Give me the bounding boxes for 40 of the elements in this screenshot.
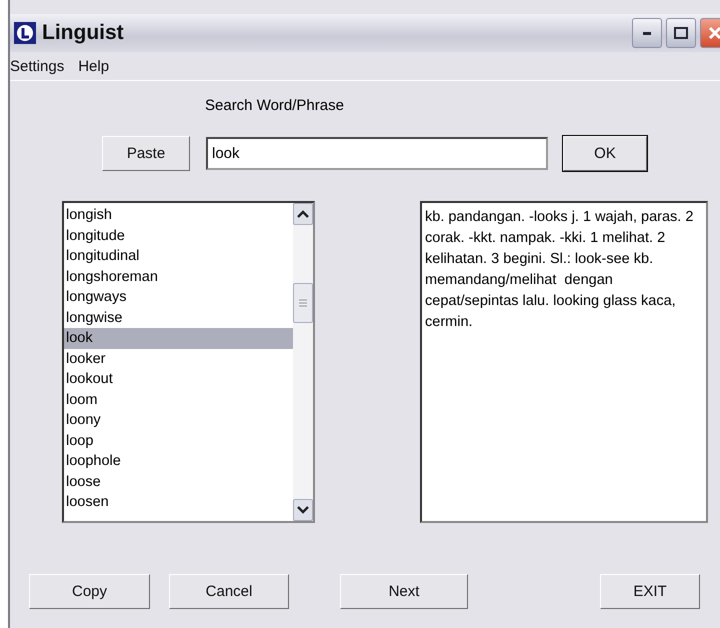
list-item[interactable]: longwise: [64, 308, 293, 328]
chevron-down-icon: [297, 506, 309, 514]
action-button[interactable]: EXIT: [600, 574, 700, 609]
grip-icon: [299, 299, 307, 307]
list-item[interactable]: loose: [64, 472, 293, 492]
list-item[interactable]: look: [64, 328, 293, 348]
scroll-up-button[interactable]: [293, 203, 313, 225]
list-item[interactable]: loom: [64, 390, 293, 410]
scrollbar[interactable]: [293, 203, 313, 521]
list-item[interactable]: longitude: [64, 226, 293, 246]
app-logo-icon: [14, 22, 36, 44]
list-item[interactable]: loop: [64, 430, 293, 451]
list-item[interactable]: loosen: [64, 492, 293, 512]
search-label: Search Word/Phrase: [205, 97, 345, 114]
list-item[interactable]: longshoreman: [64, 266, 293, 287]
list-item[interactable]: loony: [64, 410, 293, 430]
action-button[interactable]: Cancel: [169, 574, 289, 609]
list-item[interactable]: lookout: [64, 369, 293, 390]
list-item[interactable]: looker: [64, 348, 293, 369]
action-button[interactable]: Next: [340, 574, 468, 609]
scroll-thumb[interactable]: [293, 283, 313, 323]
ok-button[interactable]: OK: [563, 136, 647, 171]
action-button[interactable]: Copy: [29, 574, 150, 609]
window-title: Linguist: [42, 21, 124, 45]
list-item[interactable]: loophole: [64, 451, 293, 472]
scroll-down-button[interactable]: [293, 499, 313, 521]
minimize-icon: [643, 32, 651, 34]
list-item[interactable]: longitudinal: [64, 246, 293, 266]
maximize-button[interactable]: [666, 18, 696, 48]
minimize-button[interactable]: [632, 18, 662, 48]
paste-button[interactable]: Paste: [102, 136, 190, 171]
menu-item[interactable]: Settings: [10, 58, 64, 74]
list-item[interactable]: longways: [64, 287, 293, 308]
menu-item[interactable]: Help: [78, 58, 110, 74]
definition-text: kb. pandangan. -looks j. 1 wajah, paras. 2 corak. -kkt. nampak. -kki. 1 melihat. 2 kelihatan. 3 begini. Sl.: look-see kb. memandang/melihat dengan cepat/sepintas lalu. looking glass kaca, cermin.: [420, 201, 708, 523]
list-item[interactable]: longish: [64, 205, 293, 226]
maximize-icon: [674, 27, 688, 39]
chevron-up-icon: [297, 210, 309, 218]
search-field[interactable]: look: [206, 137, 548, 170]
close-icon: [708, 26, 720, 40]
